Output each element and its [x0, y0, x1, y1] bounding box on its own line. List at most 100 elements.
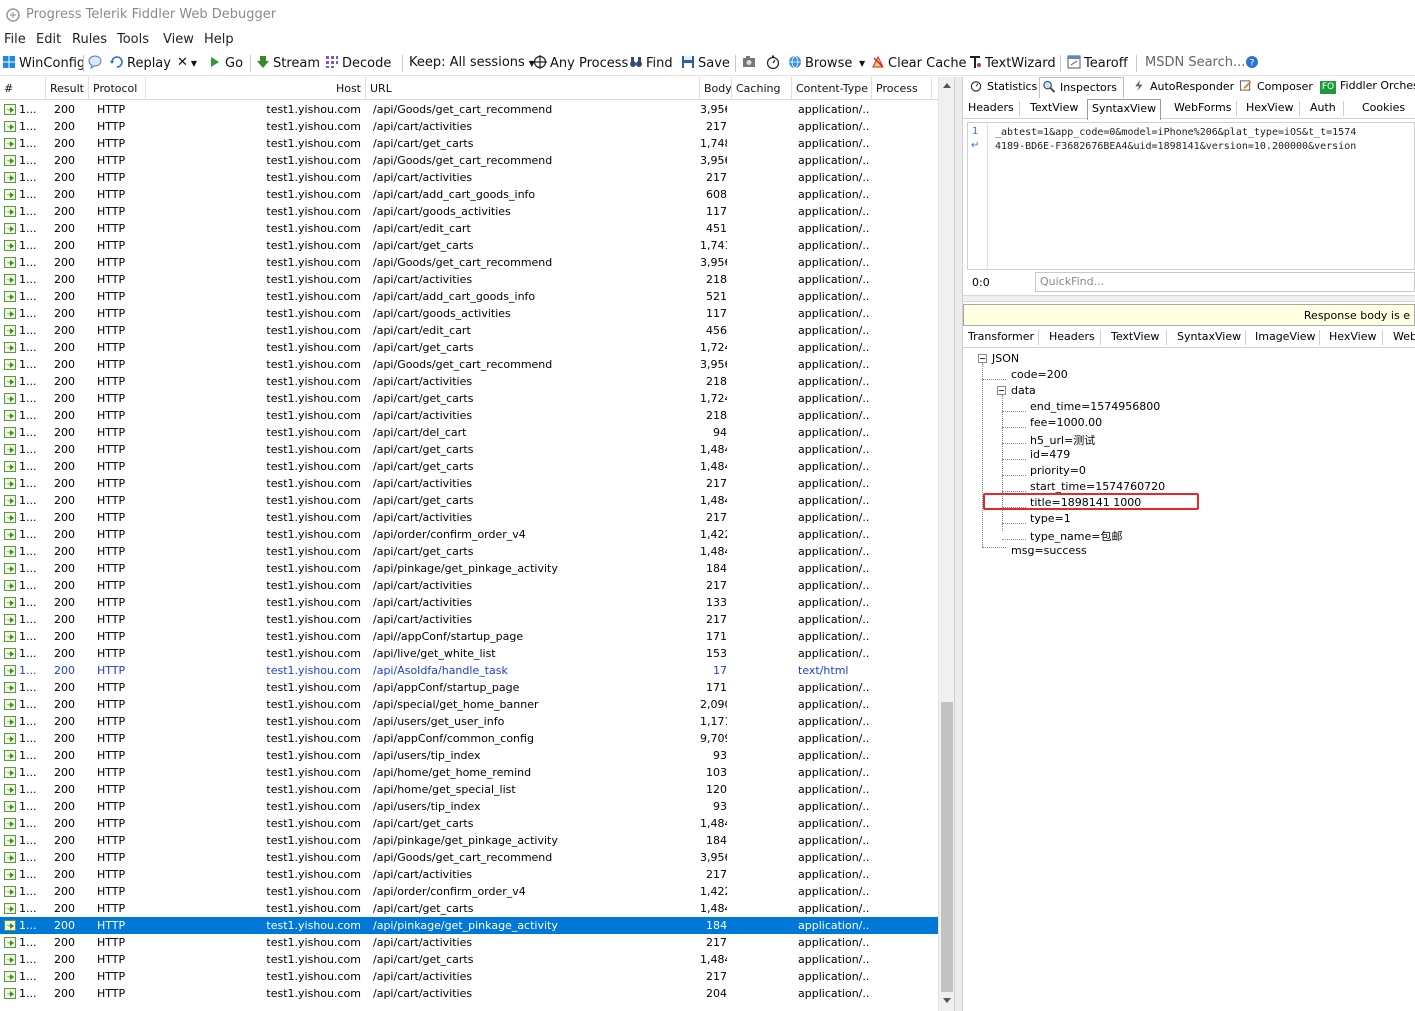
session-row[interactable]: 1... 200 HTTP test1.yishou.com/api/cart/act… [0, 169, 938, 186]
session-row[interactable]: 1... 200 HTTP test1.yishou.com/api/cart/act… [0, 866, 938, 883]
session-row[interactable]: 1... 200 HTTP test1.yishou.com/api/Goods/ge… [0, 254, 938, 271]
clear-cache-button[interactable]: Clear Cache [871, 55, 967, 73]
tree-node-type-name[interactable]: type_name=包邮 [1030, 528, 1123, 544]
session-row[interactable]: 1... 200 HTTP test1.yishou.com/api/cart/act… [0, 118, 938, 135]
tree-node-code[interactable]: code=200 [1011, 368, 1068, 381]
comment-button[interactable] [88, 55, 104, 73]
any-process-button[interactable]: Any Process [533, 55, 628, 73]
response-notice-bar[interactable]: Response body is e [963, 304, 1415, 326]
session-row[interactable]: 1... 200 HTTP test1.yishou.com/api/cart/get… [0, 900, 938, 917]
timer-button[interactable] [766, 55, 784, 73]
column-header-id[interactable]: # [0, 77, 46, 100]
session-row[interactable]: 1... 200 HTTP test1.yishou.com/api/users/ti… [0, 747, 938, 764]
textwizard-button[interactable]: TextWizard [968, 55, 1056, 73]
sessions-scrollbar[interactable] [938, 77, 954, 1011]
tree-node-id[interactable]: id=479 [1030, 448, 1070, 461]
tree-node-end-time[interactable]: end_time=1574956800 [1030, 400, 1160, 413]
tab-fiddler-orchestra[interactable]: FO Fiddler Orchest [1318, 79, 1415, 98]
keep-sessions-dropdown[interactable]: Keep: All sessions ▼ [409, 55, 535, 73]
tree-node-msg[interactable]: msg=success [1011, 544, 1087, 557]
menu-edit[interactable]: Edit [36, 32, 61, 47]
session-row[interactable]: 1... 200 HTTP test1.yishou.com/api/pinkage/… [0, 560, 938, 577]
column-header-caching[interactable]: Caching [732, 77, 792, 100]
tearoff-button[interactable]: Tearoff [1067, 55, 1128, 73]
session-row[interactable]: 1... 200 HTTP test1.yishou.com/api/live/get… [0, 645, 938, 662]
session-row[interactable]: 1... 200 HTTP test1.yishou.com/api/cart/get… [0, 135, 938, 152]
session-row[interactable]: 1... 200 HTTP test1.yishou.com/api/cart/get… [0, 390, 938, 407]
session-row[interactable]: 1... 200 HTTP test1.yishou.com/api/cart/act… [0, 934, 938, 951]
tab-response-textview[interactable]: TextView [1111, 330, 1159, 343]
session-row[interactable]: 1... 200 HTTP test1.yishou.com/api/cart/act… [0, 475, 938, 492]
session-row[interactable]: 1... 200 HTTP test1.yishou.com/api/cart/act… [0, 968, 938, 985]
session-row[interactable]: 1... 200 HTTP test1.yishou.com/api/cart/act… [0, 509, 938, 526]
tab-response-syntaxview[interactable]: SyntaxView [1177, 330, 1241, 343]
tab-request-webforms[interactable]: WebForms [1174, 101, 1231, 114]
session-row[interactable]: 1... 200 HTTP test1.yishou.com/api/cart/goo… [0, 305, 938, 322]
tree-node-priority[interactable]: priority=0 [1030, 464, 1086, 477]
tab-request-headers[interactable]: Headers [968, 101, 1014, 114]
inspector-splitter[interactable] [963, 295, 1415, 302]
session-row[interactable]: 1... 200 HTTP test1.yishou.com/api/cart/edi… [0, 322, 938, 339]
session-row[interactable]: 1... 200 HTTP test1.yishou.com/api/pinkage/… [0, 917, 938, 934]
column-header-body[interactable]: Body [700, 77, 732, 100]
tab-autoresponder[interactable]: AutoResponder [1130, 79, 1234, 98]
tab-response-hexview[interactable]: HexView [1329, 330, 1376, 343]
tab-inspectors[interactable]: Inspectors [1039, 77, 1124, 98]
collapse-json-icon[interactable] [978, 354, 987, 363]
column-header-host[interactable]: Host [146, 77, 366, 100]
tab-request-cookies[interactable]: Cookies [1362, 101, 1405, 114]
session-row[interactable]: 1... 200 HTTP test1.yishou.com/api/cart/act… [0, 577, 938, 594]
tab-request-textview[interactable]: TextView [1030, 101, 1078, 114]
tab-statistics[interactable]: Statistics [967, 79, 1037, 98]
session-row[interactable]: 1... 200 HTTP test1.yishou.com/api/users/ge… [0, 713, 938, 730]
help-button[interactable]: ? [1245, 55, 1261, 73]
replay-button[interactable]: Replay [110, 55, 171, 73]
tree-node-start-time[interactable]: start_time=1574760720 [1030, 480, 1165, 493]
session-row[interactable]: 1... 200 HTTP test1.yishou.com/api/Goods/ge… [0, 356, 938, 373]
session-row[interactable]: 1... 200 HTTP test1.yishou.com/api/cart/get… [0, 492, 938, 509]
tab-response-imageview[interactable]: ImageView [1255, 330, 1316, 343]
winconfig-button[interactable]: WinConfig [2, 55, 85, 73]
session-row[interactable]: 1... 200 HTTP test1.yishou.com/api/cart/act… [0, 594, 938, 611]
session-row[interactable]: 1... 200 HTTP test1.yishou.com/api/cart/act… [0, 611, 938, 628]
decode-button[interactable]: Decode [325, 55, 391, 73]
column-header-process[interactable]: Process [872, 77, 932, 100]
tab-request-auth[interactable]: Auth [1310, 101, 1336, 114]
session-row[interactable]: 1... 200 HTTP test1.yishou.com/api/cart/get… [0, 815, 938, 832]
session-row[interactable]: 1... 200 HTTP test1.yishou.com/api/cart/get… [0, 339, 938, 356]
session-row[interactable]: 1... 200 HTTP test1.yishou.com/api/Goods/ge… [0, 849, 938, 866]
session-row[interactable]: 1... 200 HTTP test1.yishou.com/api/order/co… [0, 883, 938, 900]
stream-button[interactable]: Stream [256, 55, 320, 73]
session-row[interactable]: 1... 200 HTTP test1.yishou.com/api/order/co… [0, 526, 938, 543]
tree-node-fee[interactable]: fee=1000.00 [1030, 416, 1102, 429]
pane-splitter[interactable] [954, 77, 963, 1011]
save-button[interactable]: Save [681, 55, 730, 73]
tab-composer[interactable]: Composer [1237, 79, 1313, 98]
session-row[interactable]: 1... 200 HTTP test1.yishou.com/api/cart/get… [0, 543, 938, 560]
column-header-url[interactable]: URL [366, 77, 700, 100]
menu-tools[interactable]: Tools [117, 32, 149, 47]
session-row[interactable]: 1... 200 HTTP test1.yishou.com/api/cart/act… [0, 373, 938, 390]
session-row[interactable]: 1... 200 HTTP test1.yishou.com/api/users/ti… [0, 798, 938, 815]
request-body-text[interactable]: _abtest=1&app_code=0&model=iPhone%206&pl… [995, 126, 1356, 154]
screenshot-button[interactable] [742, 55, 760, 73]
msdn-search-input[interactable]: MSDN Search... [1145, 55, 1245, 73]
menu-rules[interactable]: Rules [72, 32, 107, 47]
browse-button[interactable]: Browse [788, 55, 852, 73]
request-body-editor[interactable]: 1 ↵ _abtest=1&app_code=0&model=iPhone%20… [967, 122, 1415, 270]
go-button[interactable]: Go [208, 55, 243, 73]
session-row[interactable]: 1... 200 HTTP test1.yishou.com/api/cart/get… [0, 237, 938, 254]
browse-dropdown[interactable]: ▼ [859, 55, 869, 73]
session-row[interactable]: 1... 200 HTTP test1.yishou.com/api/appConf/… [0, 679, 938, 696]
tree-node-json[interactable]: JSON [992, 352, 1019, 365]
collapse-data-icon[interactable] [997, 386, 1006, 395]
tab-request-syntaxview[interactable]: SyntaxView [1087, 99, 1162, 120]
tree-node-type[interactable]: type=1 [1030, 512, 1071, 525]
session-row[interactable]: 1... 200 HTTP test1.yishou.com/api/Goods/ge… [0, 101, 938, 118]
session-row[interactable]: 1... 200 HTTP test1.yishou.com/api/home/get… [0, 764, 938, 781]
tab-response-web[interactable]: Web [1393, 330, 1415, 343]
session-row[interactable]: 1... 200 HTTP test1.yishou.com/api/Goods/ge… [0, 152, 938, 169]
session-row[interactable]: 1... 200 HTTP test1.yishou.com/api/cart/add… [0, 288, 938, 305]
tree-node-data[interactable]: data [1011, 384, 1036, 397]
session-row[interactable]: 1... 200 HTTP test1.yishou.com/api/appConf/… [0, 730, 938, 747]
